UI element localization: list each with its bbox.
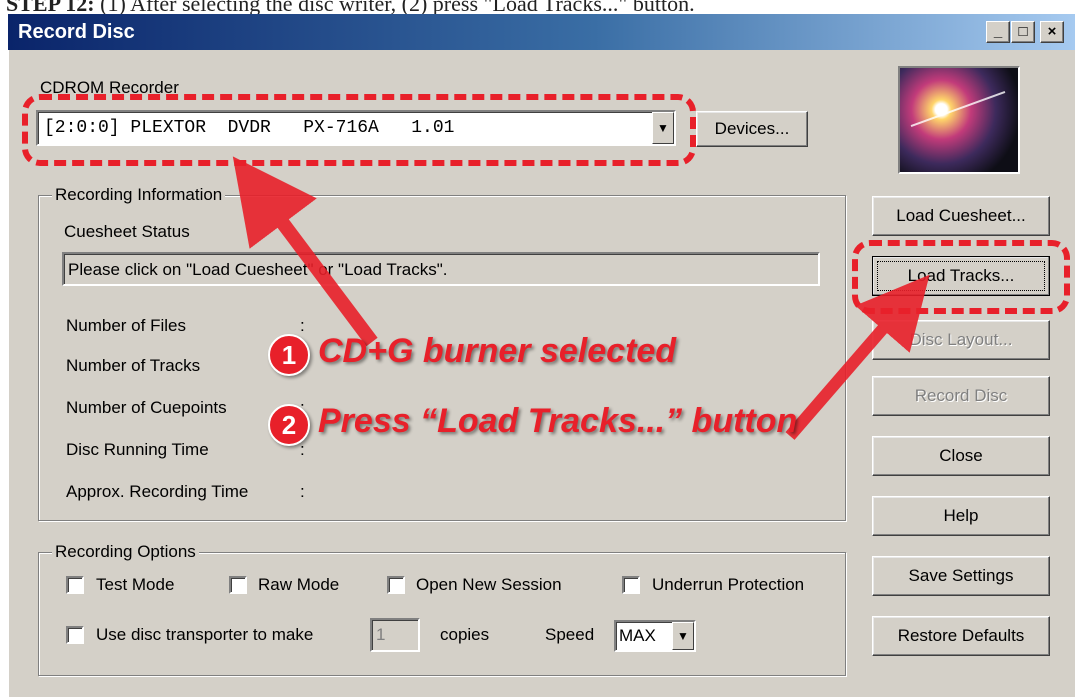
arrow-to-load-tracks-icon xyxy=(785,274,930,440)
step1-number-badge: 1 xyxy=(268,334,310,376)
step1-annotation-text: CD+G burner selected xyxy=(318,332,677,370)
step2-annotation-text: Press “Load Tracks...” button xyxy=(318,402,798,440)
step2-number-badge: 2 xyxy=(268,404,310,446)
arrow-to-recorder-icon xyxy=(232,156,378,347)
